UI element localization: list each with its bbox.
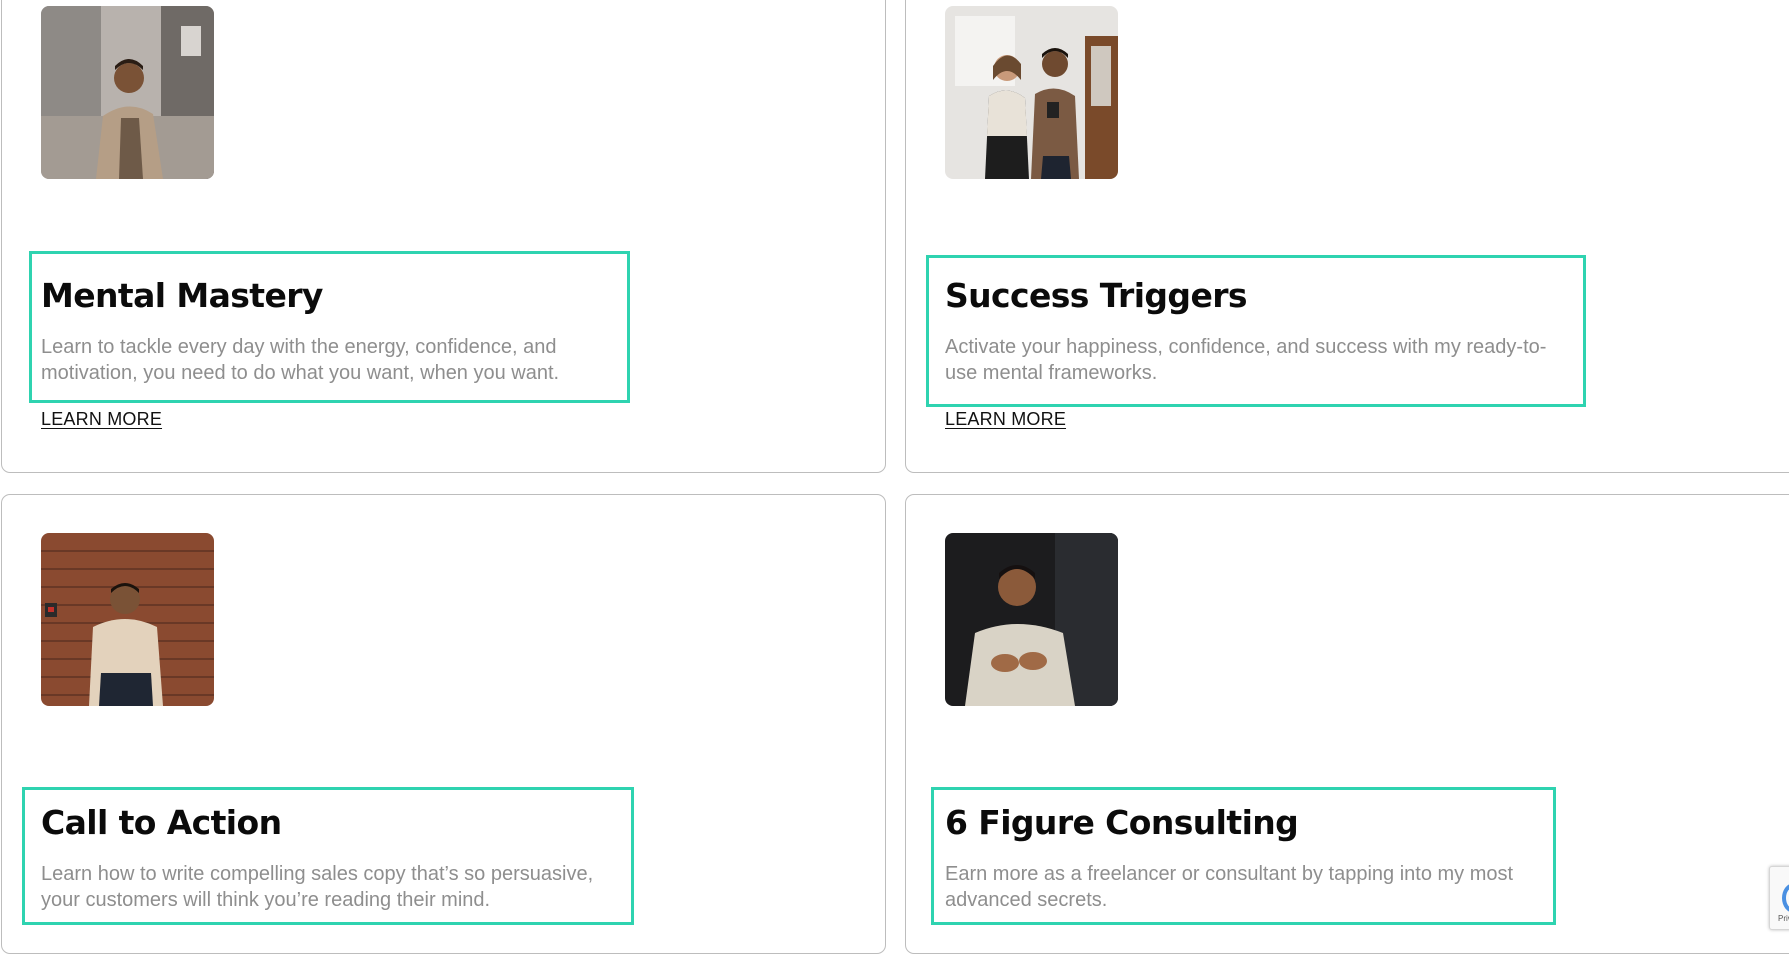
course-image-6-figure-consulting[interactable] (945, 533, 1118, 706)
course-image-mental-mastery[interactable] (41, 6, 214, 179)
course-description: Earn more as a freelancer or consultant … (945, 863, 1514, 911)
recaptcha-badge[interactable]: Priv (1769, 866, 1789, 930)
course-description: Learn how to write compelling sales copy… (41, 863, 594, 911)
recaptcha-privacy-link[interactable]: Priv (1778, 914, 1789, 923)
recaptcha-icon (1782, 883, 1789, 913)
learn-more-link[interactable]: LEARN MORE (945, 409, 1066, 430)
course-description: Learn to tackle every day with the energ… (41, 336, 560, 384)
course-title: Call to Action (41, 803, 282, 842)
course-image-success-triggers[interactable] (945, 6, 1118, 179)
course-description: Activate your happiness, confidence, and… (945, 336, 1547, 384)
learn-more-link[interactable]: LEARN MORE (41, 409, 162, 430)
course-title: 6 Figure Consulting (945, 803, 1299, 842)
course-image-call-to-action[interactable] (41, 533, 214, 706)
course-title: Success Triggers (945, 276, 1248, 315)
course-title: Mental Mastery (41, 276, 323, 315)
